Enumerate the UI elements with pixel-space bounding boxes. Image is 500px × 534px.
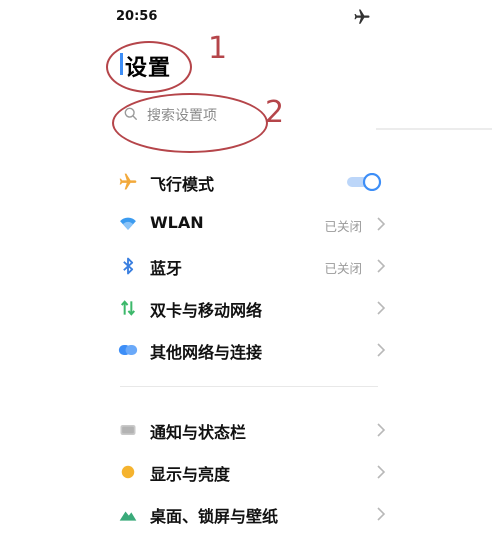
annotation-circle-title bbox=[106, 41, 192, 93]
annotation-number-2: 2 bbox=[265, 95, 285, 130]
status-time: 20:56 bbox=[116, 9, 158, 24]
settings-item-label: 飞行模式 bbox=[150, 175, 215, 194]
settings-item-display[interactable]: 显示与亮度 bbox=[110, 452, 390, 492]
bluetooth-icon bbox=[123, 257, 134, 275]
settings-item-label: WLAN bbox=[150, 213, 204, 232]
chevron-right-icon bbox=[377, 423, 386, 437]
wifi-icon bbox=[120, 217, 136, 230]
chevron-right-icon bbox=[377, 507, 386, 521]
settings-item-label: 双卡与移动网络 bbox=[150, 301, 263, 320]
airplane-icon bbox=[354, 9, 370, 24]
annotation-circle-search bbox=[112, 93, 268, 153]
chevron-right-icon bbox=[377, 465, 386, 479]
settings-item-label: 显示与亮度 bbox=[150, 465, 231, 484]
airplane-icon bbox=[119, 173, 137, 190]
settings-item-notifications[interactable]: 通知与状态栏 bbox=[110, 410, 390, 450]
chevron-right-icon bbox=[377, 217, 386, 231]
settings-item-bluetooth[interactable]: 蓝牙 已关闭 bbox=[110, 246, 390, 286]
settings-item-wlan[interactable]: WLAN 已关闭 bbox=[110, 204, 390, 244]
settings-item-other-networks[interactable]: 其他网络与连接 bbox=[110, 330, 390, 370]
brightness-icon bbox=[121, 465, 135, 479]
chevron-right-icon bbox=[377, 343, 386, 357]
settings-item-label: 通知与状态栏 bbox=[150, 423, 247, 442]
settings-item-label: 桌面、锁屏与壁纸 bbox=[150, 507, 279, 526]
chevron-right-icon bbox=[377, 301, 386, 315]
settings-item-wallpaper[interactable]: 桌面、锁屏与壁纸 bbox=[110, 494, 390, 534]
status-text: 已关闭 bbox=[324, 219, 362, 234]
chevron-right-icon bbox=[377, 259, 386, 273]
settings-item-label: 蓝牙 bbox=[150, 259, 183, 278]
search-underline bbox=[376, 128, 492, 130]
settings-item-dual-sim[interactable]: 双卡与移动网络 bbox=[110, 288, 390, 328]
annotation-number-1: 1 bbox=[208, 31, 228, 66]
settings-item-airplane-mode[interactable]: 飞行模式 bbox=[110, 162, 390, 202]
settings-item-label: 其他网络与连接 bbox=[150, 343, 263, 362]
section-divider bbox=[120, 386, 378, 387]
mobile-data-icon bbox=[120, 300, 136, 316]
notification-icon bbox=[120, 425, 136, 435]
airplane-mode-toggle[interactable] bbox=[346, 173, 382, 191]
status-bar: 20:56 bbox=[0, 0, 500, 34]
status-text: 已关闭 bbox=[324, 261, 362, 276]
network-icon bbox=[118, 345, 138, 355]
wallpaper-icon bbox=[119, 511, 137, 521]
